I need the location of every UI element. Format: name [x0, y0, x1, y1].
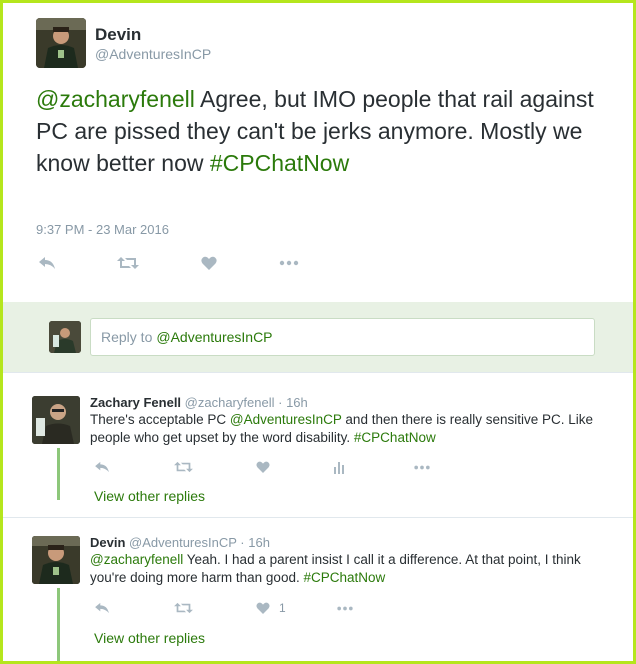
reply-prefix: Reply to — [101, 329, 153, 345]
author-name[interactable]: Zachary Fenell — [90, 395, 181, 410]
reply-tweet: Devin @AdventuresInCP · 16h @zacharyfene… — [3, 518, 633, 664]
reply-time[interactable]: 16h — [248, 535, 270, 550]
avatar[interactable] — [32, 536, 80, 584]
reply-actions: 1 — [90, 600, 470, 616]
more-icon[interactable] — [336, 600, 354, 616]
reply-icon[interactable] — [36, 253, 58, 273]
hashtag-link[interactable]: #CPChatNow — [354, 430, 436, 445]
like-icon[interactable] — [256, 459, 270, 475]
hashtag-link[interactable]: #CPChatNow — [303, 570, 385, 585]
reply-header: Devin @AdventuresInCP · 16h — [90, 535, 270, 550]
retweet-icon[interactable] — [174, 600, 193, 616]
avatar[interactable] — [32, 396, 80, 444]
tweet-text: @zacharyfenell Agree, but IMO people tha… — [36, 83, 616, 179]
more-icon[interactable] — [278, 253, 300, 273]
reply-mention: @AdventuresInCP — [156, 329, 273, 345]
author-name[interactable]: Devin — [90, 535, 125, 550]
retweet-icon[interactable] — [117, 253, 139, 273]
author-handle[interactable]: @AdventuresInCP — [129, 535, 237, 550]
like-count: 1 — [279, 601, 286, 615]
reply-tweet: Zachary Fenell @zacharyfenell · 16h Ther… — [3, 373, 633, 517]
reply-input[interactable]: Reply to @AdventuresInCP — [90, 318, 595, 356]
tweet-timestamp[interactable]: 9:37 PM - 23 Mar 2016 — [36, 222, 169, 237]
reply-icon[interactable] — [94, 600, 110, 616]
mention-link[interactable]: @zacharyfenell — [36, 86, 195, 112]
reply-actions — [90, 459, 470, 475]
author-name[interactable]: Devin — [95, 25, 141, 45]
more-icon[interactable] — [413, 459, 431, 475]
reply-text: @zacharyfenell Yeah. I had a parent insi… — [90, 552, 581, 585]
author-handle[interactable]: @AdventuresInCP — [95, 46, 211, 62]
author-handle[interactable]: @zacharyfenell — [185, 395, 275, 410]
mention-link[interactable]: @AdventuresInCP — [230, 412, 342, 427]
analytics-icon[interactable] — [333, 459, 347, 475]
view-other-replies-link[interactable]: View other replies — [94, 630, 205, 646]
thread-line — [57, 448, 60, 500]
view-other-replies-link[interactable]: View other replies — [94, 488, 205, 504]
avatar[interactable] — [36, 18, 86, 68]
hashtag-link[interactable]: #CPChatNow — [210, 150, 349, 176]
reply-icon[interactable] — [94, 459, 110, 475]
mention-link[interactable]: @zacharyfenell — [90, 552, 183, 567]
tweet-actions — [36, 253, 336, 273]
reply-text: There's acceptable PC @AdventuresInCP an… — [90, 412, 594, 445]
main-tweet: Devin @AdventuresInCP @zacharyfenell Agr… — [3, 3, 633, 302]
reply-time[interactable]: 16h — [286, 395, 308, 410]
reply-compose-area: Reply to @AdventuresInCP — [3, 302, 633, 372]
current-user-avatar — [49, 321, 81, 353]
reply-header: Zachary Fenell @zacharyfenell · 16h — [90, 395, 308, 410]
thread-line — [57, 588, 60, 664]
retweet-icon[interactable] — [174, 459, 193, 475]
like-icon[interactable]: 1 — [256, 600, 286, 616]
like-icon[interactable] — [198, 253, 220, 273]
